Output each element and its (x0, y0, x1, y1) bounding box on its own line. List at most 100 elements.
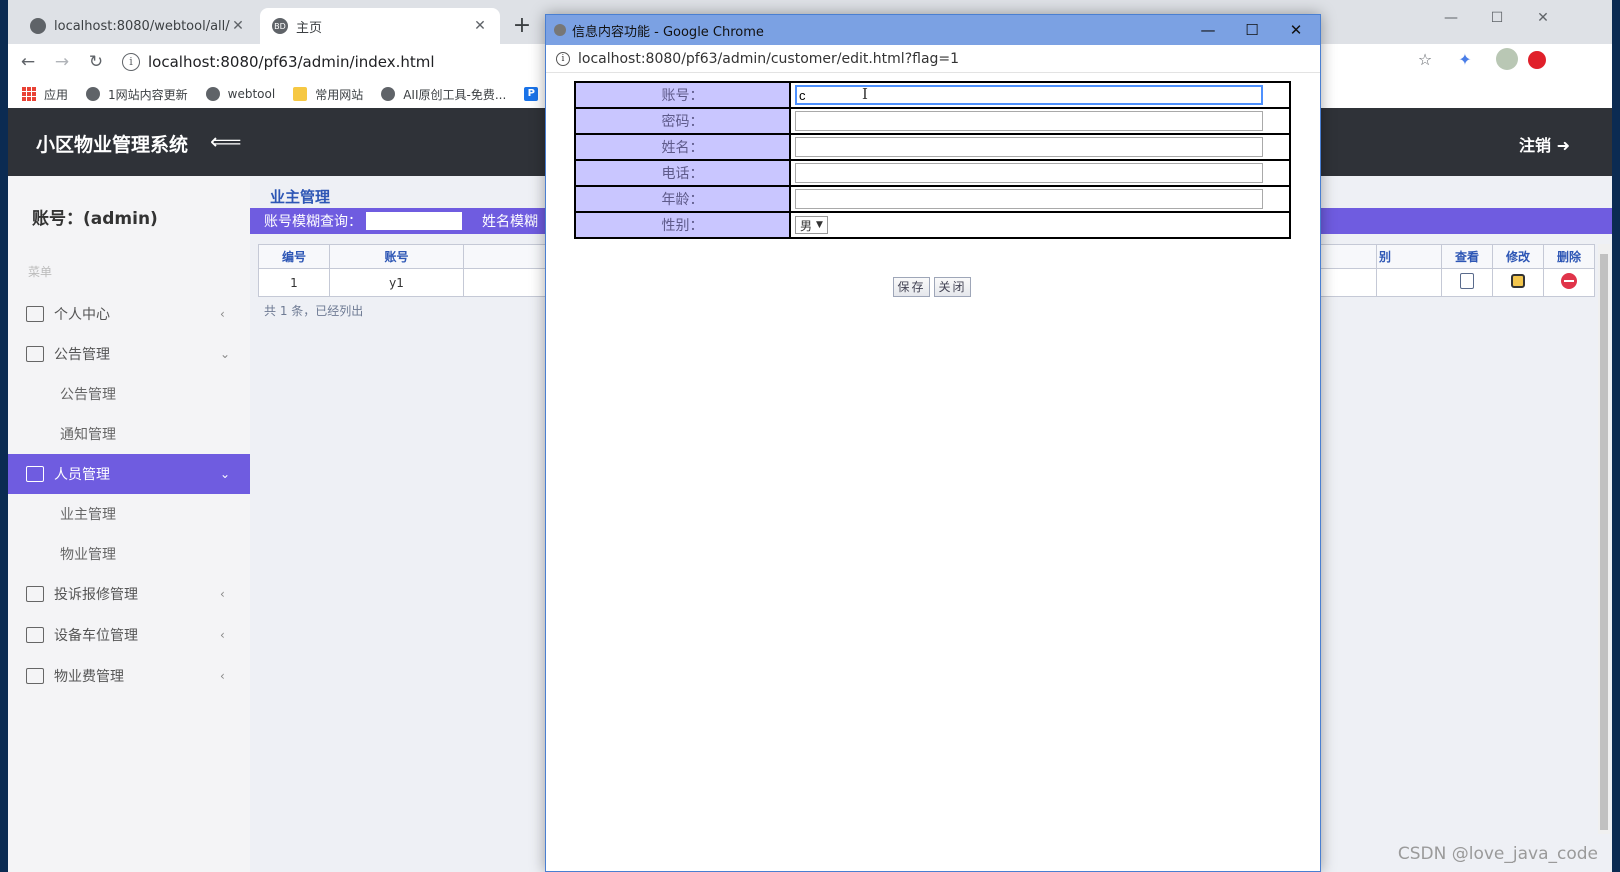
new-tab-button[interactable]: + (508, 12, 536, 40)
delete-icon[interactable] (1561, 273, 1577, 289)
address-bar[interactable]: i localhost:8080/pf63/admin/index.html (122, 48, 435, 76)
globe-icon (30, 18, 46, 34)
field-label: 密码： (576, 109, 789, 133)
edit-icon[interactable] (1511, 274, 1525, 288)
logout-button[interactable]: 注销 ➜ (1519, 132, 1570, 156)
menu-toggle-icon[interactable]: ⟸ (210, 130, 242, 155)
window-icon (26, 466, 44, 482)
delete-cell (1543, 268, 1595, 297)
submenu-item-owners[interactable]: 业主管理 (8, 494, 250, 534)
bookmark-item[interactable]: webtool (205, 87, 275, 101)
password-input[interactable] (795, 111, 1263, 131)
maximize-window-icon[interactable]: ☐ (1474, 4, 1520, 32)
profile-avatar[interactable] (1496, 48, 1518, 70)
bookmark-star-icon[interactable]: ☆ (1413, 48, 1437, 72)
search-account-input[interactable] (366, 212, 462, 230)
form-row: 性别： 男 ▼ (576, 213, 1289, 237)
submenu-item-announcements[interactable]: 公告管理 (8, 374, 250, 414)
chevron-left-icon: ‹ (220, 307, 225, 321)
update-icon[interactable] (1528, 51, 1546, 69)
sidebar: 账号：(admin) 菜单 个人中心 ‹ 公告管理 ⌄ 公告管理 通知管理 人员… (8, 176, 250, 872)
bookmark-apps[interactable]: 应用 (22, 86, 68, 103)
window-icon (26, 346, 44, 362)
bookmark-label: 常用网站 (315, 87, 364, 102)
minimize-icon[interactable]: — (1186, 15, 1230, 45)
close-button[interactable]: 关闭 (934, 277, 971, 297)
info-icon[interactable]: i (122, 53, 140, 71)
save-button[interactable]: 保存 (893, 277, 930, 297)
submenu-item-property-staff[interactable]: 物业管理 (8, 534, 250, 574)
close-window-icon[interactable]: ✕ (1520, 4, 1566, 32)
field-cell (791, 187, 1289, 211)
forward-arrow-icon[interactable]: → (48, 48, 76, 76)
form-row: 姓名： (576, 135, 1289, 159)
field-cell (791, 135, 1289, 159)
cell-gender (1376, 268, 1442, 297)
bookmark-folder[interactable]: 常用网站 (293, 86, 363, 103)
field-cell (791, 161, 1289, 185)
globe-icon (205, 87, 220, 101)
field-label: 账号： (576, 83, 789, 107)
sidebar-item-label: 投诉报修管理 (54, 587, 138, 603)
bookmark-item[interactable]: P (524, 87, 546, 101)
sidebar-item-label: 物业费管理 (54, 669, 124, 685)
logout-label: 注销 (1519, 136, 1552, 155)
form-row: 年龄： (576, 187, 1289, 211)
menu-heading: 菜单 (28, 265, 53, 279)
tab-webtool[interactable]: localhost:8080/webtool/all/inc ✕ (18, 8, 258, 44)
close-tab-icon[interactable]: ✕ (230, 18, 246, 34)
tab-home[interactable]: BD 主页 ✕ (260, 8, 500, 44)
chevron-left-icon: ‹ (220, 628, 225, 642)
apps-grid-icon (22, 87, 36, 101)
sidebar-item-property-fees[interactable]: 物业费管理 ‹ (8, 656, 250, 696)
age-input[interactable] (795, 189, 1263, 209)
page-scrollbar[interactable] (1598, 244, 1610, 834)
field-label: 姓名： (576, 135, 789, 159)
column-header: 编号 (258, 244, 330, 269)
form-row: 账号： (576, 83, 1289, 107)
view-icon[interactable] (1460, 273, 1474, 289)
popup-titlebar: 信息内容功能 - Google Chrome — ☐ ✕ (546, 15, 1320, 45)
sidebar-item-personal-center[interactable]: 个人中心 ‹ (8, 294, 250, 334)
info-icon[interactable]: i (556, 51, 570, 66)
watermark: CSDN @love_java_code (1397, 844, 1598, 864)
gender-select[interactable]: 男 ▼ (795, 216, 828, 234)
back-arrow-icon[interactable]: ← (14, 48, 42, 76)
column-header: 账号 (329, 244, 464, 269)
bookmark-item[interactable]: AII原创工具-免费... (381, 86, 506, 103)
cell-id: 1 (258, 268, 330, 297)
app-title: 小区物业管理系统 (36, 134, 189, 156)
window-icon (26, 627, 44, 643)
sidebar-item-announcements[interactable]: 公告管理 ⌄ (8, 334, 250, 374)
window-icon (26, 306, 44, 322)
chrome-icon (554, 24, 566, 36)
search-name-label: 姓名模糊 (482, 214, 538, 230)
address-url: localhost:8080/pf63/admin/index.html (148, 53, 435, 71)
close-tab-icon[interactable]: ✕ (472, 18, 488, 34)
page-title: 业主管理 (270, 188, 331, 206)
maximize-icon[interactable]: ☐ (1230, 15, 1274, 45)
bookmark-item[interactable]: 1网站内容更新 (86, 86, 188, 103)
scrollbar-thumb[interactable] (1600, 254, 1608, 830)
sidebar-item-personnel[interactable]: 人员管理 ⌄ (8, 454, 250, 494)
sidebar-item-equipment-parking[interactable]: 设备车位管理 ‹ (8, 615, 250, 655)
edit-popup-window: 信息内容功能 - Google Chrome — ☐ ✕ i localhost… (545, 14, 1321, 872)
form-row: 电话： (576, 161, 1289, 185)
minimize-window-icon[interactable]: — (1428, 4, 1474, 32)
sidebar-item-label: 公告管理 (54, 347, 110, 363)
submenu-item-notices[interactable]: 通知管理 (8, 414, 250, 454)
sidebar-item-complaints[interactable]: 投诉报修管理 ‹ (8, 574, 250, 614)
text-cursor-icon: I (862, 85, 868, 103)
dropdown-arrow-icon: ▼ (816, 220, 823, 230)
phone-input[interactable] (795, 163, 1263, 183)
name-input[interactable] (795, 137, 1263, 157)
popup-address-bar[interactable]: i localhost:8080/pf63/admin/customer/edi… (546, 45, 1320, 73)
edit-cell (1492, 268, 1544, 297)
close-icon[interactable]: ✕ (1274, 15, 1318, 45)
column-header: 删除 (1543, 244, 1595, 269)
window-icon (26, 586, 44, 602)
reload-icon[interactable]: ↻ (82, 48, 110, 76)
field-cell (791, 109, 1289, 133)
chevron-down-icon: ⌄ (220, 467, 231, 481)
extension-icon[interactable]: ✦ (1453, 48, 1477, 72)
